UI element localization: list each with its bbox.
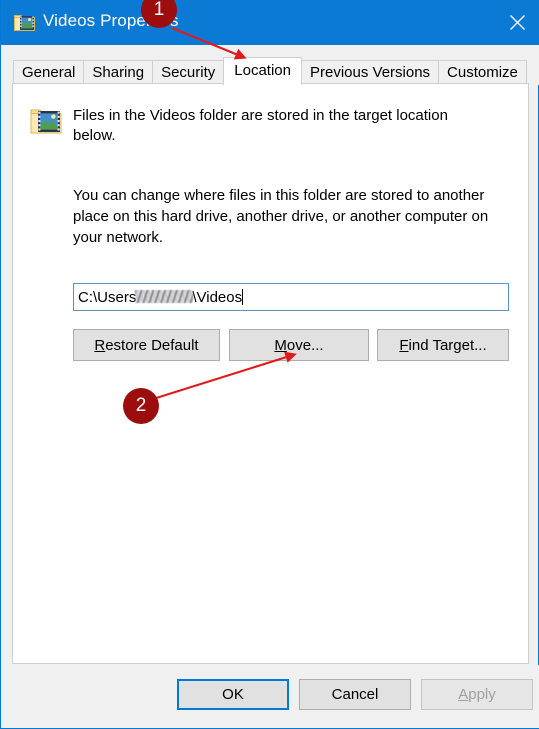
tab-customize[interactable]: Customize xyxy=(438,60,527,85)
find-target-accel: F xyxy=(399,336,409,354)
tab-security[interactable]: Security xyxy=(152,60,225,85)
videos-folder-icon xyxy=(30,106,62,136)
folder-path-value: C:\Users \Videos xyxy=(74,288,244,306)
folder-path-prefix: C:\Users xyxy=(78,288,137,306)
find-target-button[interactable]: Find Target... xyxy=(377,329,509,361)
title-bar: Videos Properties xyxy=(1,0,539,45)
tab-location[interactable]: Location xyxy=(223,57,302,85)
move-accel: M xyxy=(274,336,287,354)
restore-default-label: estore Default xyxy=(105,336,199,354)
tab-previous-versions[interactable]: Previous Versions xyxy=(300,60,440,85)
move-label: ove... xyxy=(286,336,324,354)
ok-button[interactable]: OK xyxy=(177,679,289,710)
location-description-body: You can change where files in this folde… xyxy=(73,187,489,246)
text-caret xyxy=(242,288,244,305)
restore-default-button[interactable]: Restore Default xyxy=(73,329,220,361)
properties-dialog-window: Videos Properties General Sharing Securi… xyxy=(0,0,539,729)
close-button[interactable] xyxy=(494,0,539,45)
apply-button: Apply xyxy=(421,679,533,710)
move-button[interactable]: Move... xyxy=(229,329,369,361)
location-description-heading: Files in the Videos folder are stored in… xyxy=(73,107,448,144)
find-target-label: ind Target... xyxy=(408,336,487,354)
folder-path-input[interactable]: C:\Users \Videos xyxy=(73,283,509,311)
tab-sharing[interactable]: Sharing xyxy=(83,60,154,85)
dialog-footer: OK Cancel Apply xyxy=(2,665,539,728)
annotation-marker-2: 2 xyxy=(123,388,159,424)
videos-folder-icon xyxy=(14,13,35,32)
tab-list: General Sharing Security Location Previo… xyxy=(13,57,527,85)
restore-default-accel: R xyxy=(94,336,106,354)
apply-label: pply xyxy=(468,686,496,703)
apply-accel: A xyxy=(458,686,469,703)
tab-general[interactable]: General xyxy=(13,60,85,85)
cancel-button[interactable]: Cancel xyxy=(299,679,411,710)
folder-path-suffix: \Videos xyxy=(192,288,243,306)
location-tab-panel: Files in the Videos folder are stored in… xyxy=(12,83,529,664)
tab-strip: General Sharing Security Location Previo… xyxy=(2,45,539,85)
redacted-username-smudge xyxy=(135,289,194,303)
close-icon xyxy=(509,14,526,31)
